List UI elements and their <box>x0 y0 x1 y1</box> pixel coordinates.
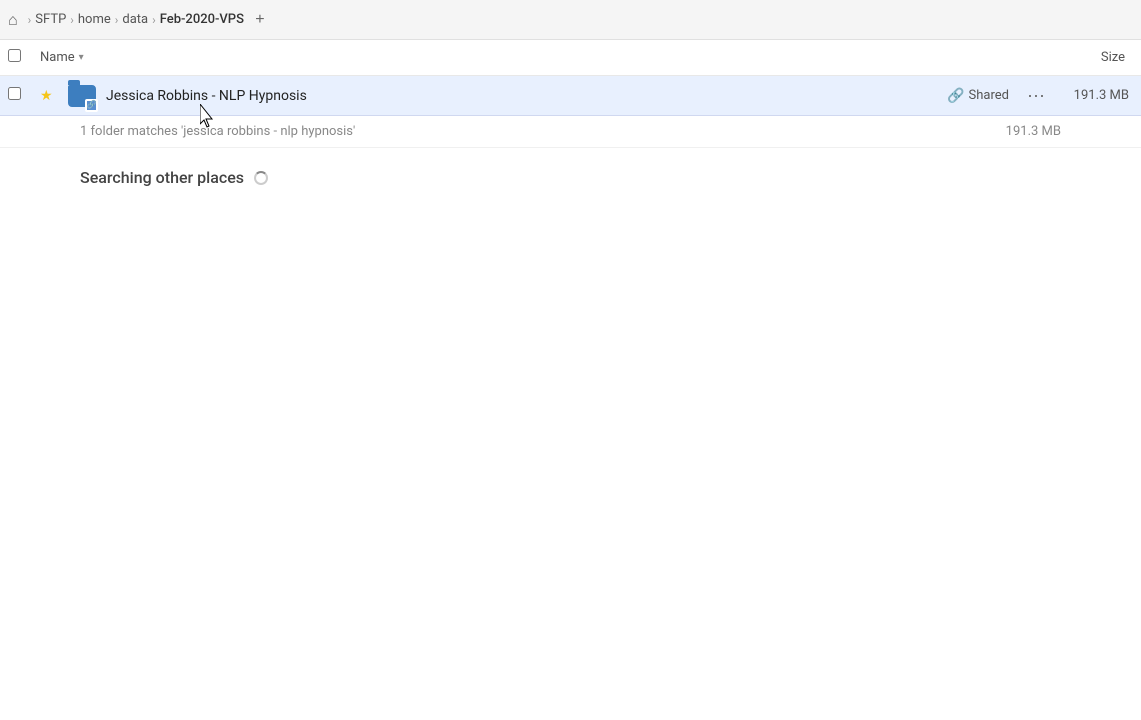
row-checkbox[interactable] <box>8 87 21 100</box>
separator-0: › <box>28 13 32 27</box>
shared-label: Shared <box>969 88 1009 103</box>
shared-link-icon: 🔗 <box>947 88 964 104</box>
folder-share-badge: 🔗 <box>85 99 98 112</box>
breadcrumb-sftp[interactable]: SFTP <box>35 12 66 27</box>
name-column-header[interactable]: Name ▾ <box>40 50 84 65</box>
name-sort-chevron: ▾ <box>79 52 84 63</box>
star-icon[interactable]: ★ <box>40 88 60 104</box>
breadcrumb-bar: ⌂ › SFTP › home › data › Feb-2020-VPS + <box>0 0 1141 40</box>
row-checkbox-area[interactable] <box>8 87 32 104</box>
select-all-checkbox-area[interactable] <box>8 49 32 66</box>
home-icon: ⌂ <box>8 10 18 30</box>
file-row-jessica-robbins[interactable]: ★ 🔗 Jessica Robbins - NLP Hypnosis 🔗 Sha… <box>0 76 1141 116</box>
breadcrumb-home-dir[interactable]: home <box>78 12 111 27</box>
breadcrumb-current: Feb-2020-VPS <box>160 12 244 27</box>
file-name: Jessica Robbins - NLP Hypnosis <box>106 88 947 104</box>
shared-badge: 🔗 Shared <box>947 88 1009 104</box>
breadcrumb-home[interactable]: ⌂ <box>8 10 24 30</box>
link-badge-icon: 🔗 <box>87 101 97 109</box>
column-header-row: Name ▾ Size <box>0 40 1141 76</box>
separator-1: › <box>70 13 74 27</box>
searching-label: Searching other places <box>80 168 244 187</box>
more-options-icon: ··· <box>1027 85 1045 105</box>
separator-2: › <box>115 13 119 27</box>
breadcrumb: ⌂ › SFTP › home › data › Feb-2020-VPS + <box>8 8 272 32</box>
match-count-text: 1 folder matches 'jessica robbins - nlp … <box>80 124 1006 139</box>
match-count-row: 1 folder matches 'jessica robbins - nlp … <box>0 116 1141 148</box>
add-tab-button[interactable]: + <box>248 8 272 32</box>
match-count-size: 191.3 MB <box>1006 124 1061 139</box>
more-options-button[interactable]: ··· <box>1021 83 1051 108</box>
searching-other-places-section: Searching other places <box>0 148 1141 199</box>
folder-icon-wrap: 🔗 <box>66 80 98 112</box>
separator-3: › <box>152 13 156 27</box>
select-all-checkbox[interactable] <box>8 49 21 62</box>
searching-spinner <box>254 171 268 185</box>
size-column-header: Size <box>1101 50 1133 65</box>
file-size: 191.3 MB <box>1063 88 1133 103</box>
breadcrumb-data[interactable]: data <box>122 12 148 27</box>
name-column-label: Name <box>40 50 75 65</box>
